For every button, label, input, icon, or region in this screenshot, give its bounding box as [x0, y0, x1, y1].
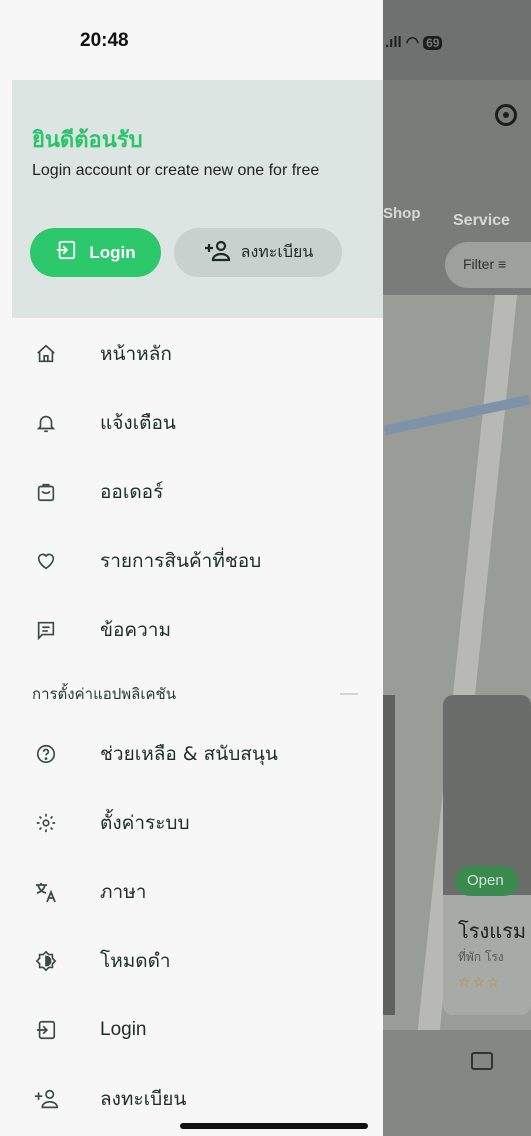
menu-item-label: Login: [100, 1019, 147, 1040]
register-button[interactable]: ลงทะเบียน: [174, 228, 342, 277]
section-divider: [340, 693, 358, 695]
side-drawer: 20:48 ยินดีต้อนรับ Login account or crea…: [0, 0, 383, 1136]
menu-item-messages[interactable]: ข้อความ: [0, 601, 383, 659]
register-button-label: ลงทะเบียน: [240, 242, 314, 261]
place-card-partial[interactable]: [383, 695, 395, 1015]
dark-mode-icon: [33, 948, 59, 974]
background-app: .ıll ◠ 69 Shop Service Filter ≡ Open โรง…: [383, 0, 531, 1136]
place-card-subtitle: ที่พัก โรง: [458, 950, 504, 964]
menu-item-help[interactable]: ช่วยเหลือ & สนับสนุน: [0, 725, 383, 783]
wifi-icon: ◠: [405, 34, 419, 51]
settings-section-header: การตั้งค่าแอปพลิเคชัน: [0, 672, 383, 712]
menu-item-settings[interactable]: ตั้งค่าระบบ: [0, 794, 383, 852]
add-user-icon: [203, 240, 231, 266]
menu-item-wishlist[interactable]: รายการสินค้าที่ชอบ: [0, 532, 383, 590]
rating-stars: ☆☆☆: [458, 975, 502, 991]
status-bar: 20:48: [0, 0, 383, 80]
login-icon: [55, 239, 77, 266]
menu-item-language[interactable]: ภาษา: [0, 863, 383, 921]
welcome-title: ยินดีต้อนรับ: [32, 128, 143, 153]
gear-icon: [33, 810, 59, 836]
status-time: 20:48: [80, 30, 129, 51]
menu-item-label: ช่วยเหลือ & สนับสนุน: [100, 743, 278, 765]
add-user-icon: [33, 1086, 59, 1112]
menu-item-label: ภาษา: [100, 881, 147, 903]
menu-item-dark-mode[interactable]: โหมดดำ: [0, 932, 383, 990]
menu-item-label: โหมดดำ: [100, 950, 171, 972]
translate-icon: [33, 879, 59, 905]
home-icon: [33, 341, 59, 367]
menu-item-label: แจ้งเตือน: [100, 412, 176, 434]
bag-icon: [33, 479, 59, 505]
battery-icon: 69: [423, 36, 443, 50]
menu-item-home[interactable]: หน้าหลัก: [0, 325, 383, 383]
status-badge: Open: [455, 866, 519, 896]
login-button-label: Login: [89, 242, 136, 262]
menu-item-label: ออเดอร์: [100, 481, 164, 503]
bell-icon: [33, 410, 59, 436]
menu-item-label: รายการสินค้าที่ชอบ: [100, 550, 262, 572]
menu-item-register[interactable]: ลงทะเบียน: [0, 1070, 383, 1128]
signal-icon: .ıll: [385, 34, 402, 51]
menu-item-label: ตั้งค่าระบบ: [100, 812, 190, 834]
login-icon: [33, 1017, 59, 1043]
chat-tab-icon[interactable]: [471, 1052, 493, 1070]
login-button[interactable]: Login: [30, 228, 161, 277]
heart-icon: [33, 548, 59, 574]
filter-label: Filter: [463, 256, 495, 272]
menu-item-label: ลงทะเบียน: [100, 1088, 187, 1110]
filter-button[interactable]: Filter ≡: [445, 242, 531, 288]
status-indicators: .ıll ◠ 69: [385, 33, 443, 51]
welcome-panel: ยินดีต้อนรับ Login account or create new…: [12, 80, 383, 318]
welcome-subtitle: Login account or create new one for free: [32, 162, 320, 179]
menu-item-label: ข้อความ: [100, 619, 171, 641]
place-card-image: [443, 695, 531, 895]
help-icon: [33, 741, 59, 767]
location-target-icon[interactable]: [495, 104, 517, 126]
menu-item-label: หน้าหลัก: [100, 343, 172, 365]
bottom-nav: [383, 1030, 531, 1136]
tab-shop[interactable]: Shop: [383, 205, 421, 222]
filter-icon: ≡: [498, 256, 507, 272]
menu-item-login[interactable]: Login: [0, 1001, 383, 1059]
tab-service[interactable]: Service: [453, 212, 510, 230]
place-card[interactable]: [443, 695, 531, 1015]
section-title: การตั้งค่าแอปพลิเคชัน: [32, 685, 176, 703]
message-icon: [33, 617, 59, 643]
menu-item-orders[interactable]: ออเดอร์: [0, 463, 383, 521]
home-indicator[interactable]: [180, 1123, 368, 1129]
menu-item-notifications[interactable]: แจ้งเตือน: [0, 394, 383, 452]
place-card-title: โรงแรม: [458, 919, 527, 943]
